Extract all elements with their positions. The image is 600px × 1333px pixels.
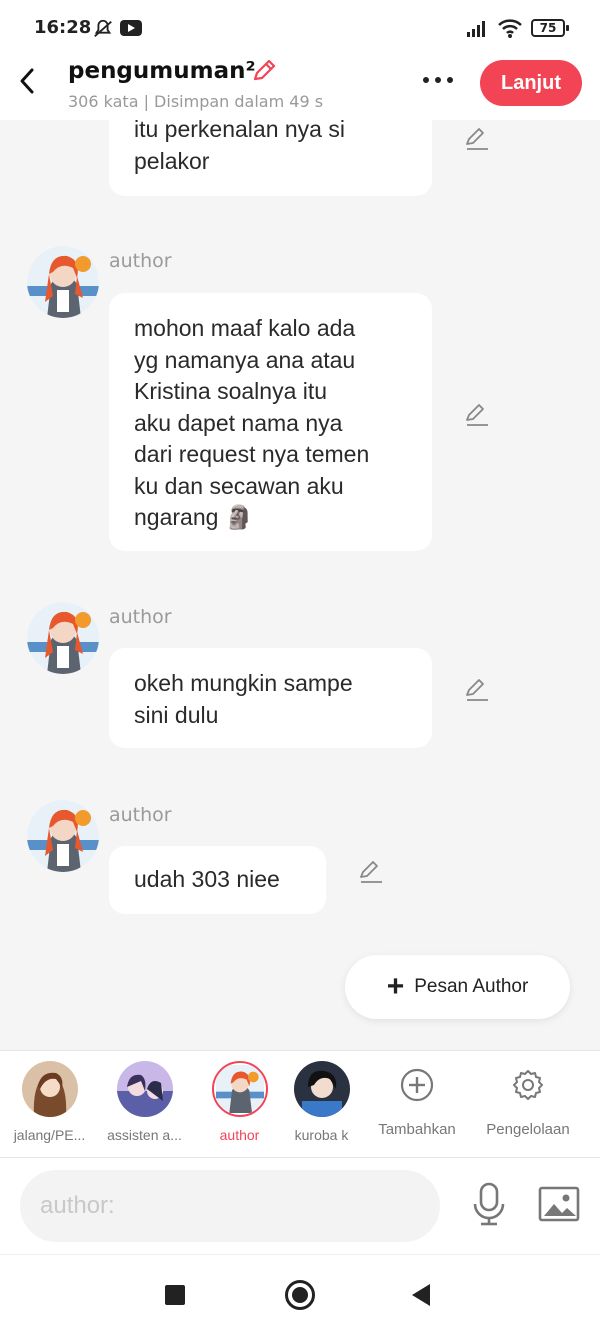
status-time: 16:28 bbox=[34, 17, 92, 38]
next-button[interactable]: Lanjut bbox=[480, 60, 582, 106]
avatar bbox=[21, 1061, 78, 1117]
message-bubble[interactable]: udah 303 niee bbox=[109, 846, 326, 914]
character-item[interactable]: kuroba k bbox=[274, 1061, 369, 1143]
message-input[interactable] bbox=[20, 1170, 440, 1242]
avatar[interactable] bbox=[27, 800, 99, 872]
character-item[interactable]: assisten a... bbox=[97, 1061, 192, 1143]
message-text: udah 303 niee bbox=[134, 866, 280, 892]
add-character-button[interactable]: Tambahkan bbox=[362, 1067, 472, 1138]
plus-icon: + bbox=[386, 970, 405, 1003]
edit-message-icon[interactable] bbox=[464, 676, 490, 702]
avatar bbox=[211, 1061, 268, 1117]
home-button[interactable] bbox=[285, 1280, 315, 1310]
back-arrow-icon[interactable] bbox=[14, 66, 40, 96]
avatar[interactable] bbox=[27, 602, 99, 674]
character-label: assisten a... bbox=[107, 1127, 182, 1143]
character-label: author bbox=[219, 1127, 260, 1143]
chat-area[interactable]: itu perkenalan nya si pelakor author moh… bbox=[0, 120, 600, 1050]
add-author-message-label: Pesan Author bbox=[414, 976, 529, 997]
character-item-selected[interactable]: author bbox=[192, 1061, 287, 1143]
gear-icon bbox=[513, 1070, 543, 1100]
add-circle-icon bbox=[400, 1068, 434, 1102]
message-text: okeh mungkin sampe sini dulu bbox=[134, 670, 353, 728]
character-label: kuroba k bbox=[294, 1127, 349, 1143]
system-nav-bar bbox=[0, 1254, 600, 1333]
author-name: author bbox=[109, 250, 172, 272]
manage-characters-button[interactable]: Pengelolaan bbox=[473, 1067, 583, 1138]
message-bubble[interactable]: itu perkenalan nya si pelakor bbox=[109, 120, 432, 196]
author-name: author bbox=[109, 606, 172, 628]
avatar[interactable] bbox=[27, 246, 99, 318]
wifi-icon bbox=[498, 19, 522, 38]
bell-muted-icon bbox=[94, 19, 112, 38]
avatar bbox=[293, 1061, 350, 1117]
edit-message-icon[interactable] bbox=[358, 858, 384, 884]
composer-bar bbox=[0, 1158, 600, 1254]
word-count-status: 306 kata | Disimpan dalam 49 s bbox=[68, 92, 324, 111]
image-icon[interactable] bbox=[538, 1186, 580, 1222]
more-options-icon[interactable] bbox=[420, 70, 456, 90]
add-author-message-button[interactable]: + Pesan Author bbox=[345, 955, 570, 1019]
character-item[interactable]: jalang/PE... bbox=[2, 1061, 97, 1143]
back-button[interactable] bbox=[412, 1284, 430, 1306]
edit-message-icon[interactable] bbox=[464, 125, 490, 151]
avatar bbox=[116, 1061, 173, 1117]
status-bar: 16:28 75 bbox=[0, 0, 600, 58]
edit-message-icon[interactable] bbox=[464, 401, 490, 427]
character-label: jalang/PE... bbox=[13, 1127, 86, 1143]
manage-characters-label: Pengelolaan bbox=[486, 1121, 570, 1138]
signal-icon bbox=[467, 21, 485, 37]
character-bar: jalang/PE... assisten a... author kuroba… bbox=[0, 1050, 600, 1158]
edit-title-icon[interactable] bbox=[250, 58, 278, 86]
add-character-label: Tambahkan bbox=[378, 1121, 456, 1138]
microphone-icon[interactable] bbox=[470, 1182, 508, 1226]
message-text: mohon maaf kalo ada yg namanya ana atau … bbox=[134, 315, 370, 530]
header: pengumuman² 306 kata | Disimpan dalam 49… bbox=[0, 58, 600, 120]
youtube-icon bbox=[120, 20, 142, 36]
recent-apps-button[interactable] bbox=[165, 1285, 185, 1305]
message-bubble[interactable]: mohon maaf kalo ada yg namanya ana atau … bbox=[109, 293, 432, 551]
author-name: author bbox=[109, 804, 172, 826]
page-title: pengumuman² bbox=[68, 58, 256, 84]
battery-indicator: 75 bbox=[531, 19, 569, 37]
message-text: itu perkenalan nya si pelakor bbox=[134, 120, 345, 174]
message-bubble[interactable]: okeh mungkin sampe sini dulu bbox=[109, 648, 432, 748]
